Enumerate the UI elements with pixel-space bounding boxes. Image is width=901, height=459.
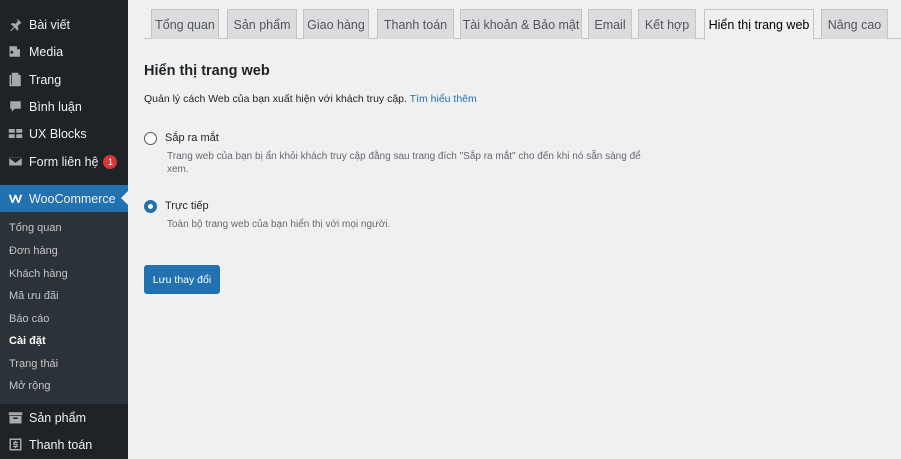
page-description: Quản lý cách Web của bạn xuất hiện với k… [144,93,477,105]
sidebar-item-label: Bình luận [29,99,82,114]
woocommerce-submenu: Tổng quan Đơn hàng Khách hàng Mã ưu đãi … [0,212,128,404]
tab-shipping[interactable]: Giao hàng [303,9,369,39]
sidebar-item-label: Trang [29,72,62,87]
sidebar-item-label: Media [29,44,64,59]
tab-payments[interactable]: Thanh toán [377,9,454,39]
coming-soon-radio[interactable] [144,132,157,145]
page-icon [7,72,23,88]
comment-icon [7,99,23,115]
pin-icon [7,17,23,33]
dollar-icon [7,437,23,453]
sidebar-item-label: Bài viết [29,17,70,32]
sidebar-item-products[interactable]: Sản phẩm [0,404,128,431]
description-text: Quản lý cách Web của bạn xuất hiện với k… [144,93,410,105]
tab-products[interactable]: Sản phẩm [227,9,297,39]
submenu-item-status[interactable]: Trạng thái [9,358,58,370]
sidebar-item-ux-blocks[interactable]: UX Blocks [0,120,128,147]
coming-soon-description: Trang web của bạn bị ẩn khỏi khách truy … [167,151,641,175]
submenu-item-coupons[interactable]: Mã ưu đãi [9,290,59,302]
sidebar-item-posts[interactable]: Bài viết [0,11,128,38]
current-menu-arrow [121,191,128,205]
tab-overview[interactable]: Tổng quan [151,9,219,39]
sidebar-item-label: Thanh toán [29,437,93,452]
settings-tabs: Tổng quan Sản phẩm Giao hàng Thanh toán … [144,0,901,40]
sidebar-item-label: Sản phẩm [29,410,86,425]
blocks-icon [7,126,23,142]
tab-integration[interactable]: Kết hợp [638,9,696,39]
submenu-item-overview[interactable]: Tổng quan [9,222,62,234]
submenu-item-extensions[interactable]: Mở rộng [9,380,50,392]
tab-site-visibility[interactable]: Hiển thị trang web [704,9,814,40]
sidebar-item-contact-form[interactable]: Form liên hệ 1 [0,148,128,175]
archive-icon [7,410,23,426]
submenu-item-reports[interactable]: Báo cáo [9,313,49,325]
sidebar-item-pages[interactable]: Trang [0,66,128,93]
live-description: Toàn bộ trang web của bạn hiển thị với m… [167,219,391,230]
learn-more-link[interactable]: Tìm hiểu thêm [410,93,477,105]
submenu-item-orders[interactable]: Đơn hàng [9,245,58,257]
admin-sidebar: Bài viết Media Trang Bình luận UX Blocks… [0,0,128,459]
sidebar-item-label: UX Blocks [29,126,87,141]
sidebar-item-comments[interactable]: Bình luận [0,93,128,120]
notification-badge: 1 [103,154,118,169]
save-changes-button[interactable]: Lưu thay đổi [144,265,220,294]
mail-icon [7,154,23,170]
sidebar-item-media[interactable]: Media [0,38,128,65]
coming-soon-label[interactable]: Sắp ra mắt [165,132,219,144]
tab-advanced[interactable]: Nâng cao [821,9,888,39]
sidebar-item-payments[interactable]: Thanh toán [0,431,128,458]
submenu-item-settings[interactable]: Cài đặt [9,335,46,347]
sidebar-item-woocommerce[interactable]: WooCommerce [0,185,128,212]
sidebar-item-label: WooCommerce [29,191,116,206]
media-icon [7,44,23,60]
page-title: Hiển thị trang web [144,63,270,79]
sidebar-item-label: Form liên hệ [29,154,99,169]
live-label[interactable]: Trực tiếp [165,200,209,212]
tab-email[interactable]: Email [588,9,632,39]
woo-icon [7,191,23,207]
tab-accounts-privacy[interactable]: Tài khoản & Bảo mật [460,9,582,39]
submenu-item-customers[interactable]: Khách hàng [9,268,68,280]
live-radio[interactable] [144,200,157,213]
